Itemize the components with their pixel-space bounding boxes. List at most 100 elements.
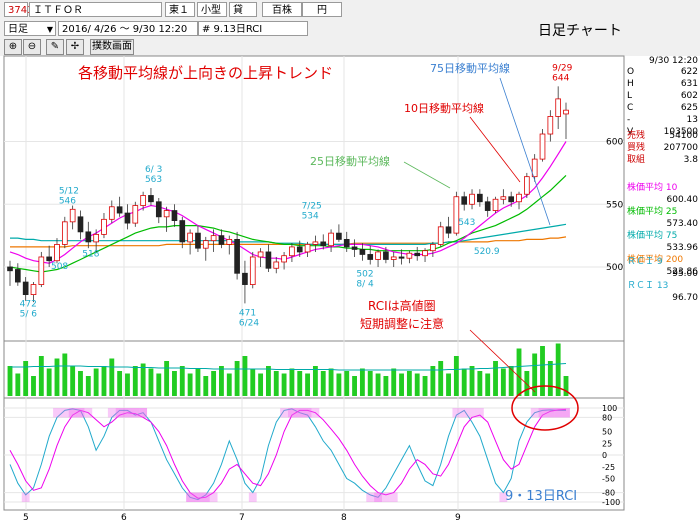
ma75-line	[10, 223, 567, 245]
price-labels: 4725/ 6 5/12546 508 518 6/ 3563 4716/24 7/2553…	[20, 63, 573, 328]
rci-overbought-mark	[131, 408, 140, 418]
chart-title: 日足チャート	[538, 23, 622, 39]
ohlcv-row-value: 602	[680, 91, 698, 101]
volume-bar	[532, 353, 538, 396]
candle-body	[437, 226, 444, 245]
rci-overbought-mark	[131, 408, 140, 418]
volume-bar	[7, 366, 13, 396]
volume-bar	[508, 366, 514, 396]
price-label-date: 7/25	[302, 201, 322, 211]
month-label: 6	[121, 513, 127, 523]
volume-bar	[383, 376, 389, 396]
ma10-line	[9, 141, 567, 264]
candle-body	[22, 281, 29, 295]
candle-body	[336, 232, 342, 240]
candle-body	[500, 196, 507, 200]
unit-field: 百株	[262, 2, 302, 17]
overlays: 各移動平均線が上向きの上昇トレンド 75日移動平均線 10日移動平均線 25日移…	[78, 61, 579, 504]
volume-bar	[422, 376, 428, 396]
volume-bar	[54, 358, 60, 396]
candle	[234, 231, 240, 280]
candle	[46, 245, 52, 267]
candle	[547, 110, 554, 142]
candle	[375, 249, 381, 267]
candle-body	[351, 246, 358, 250]
candle	[539, 129, 546, 162]
rci-warn-2: 短期調整に注意	[360, 316, 444, 331]
candle-body	[69, 208, 76, 223]
candle-body	[218, 235, 225, 245]
volume-bar	[101, 366, 107, 396]
candle-body	[101, 218, 107, 235]
candle	[218, 229, 225, 249]
month-label: 8	[341, 513, 347, 523]
candle-body	[461, 196, 468, 205]
ma-row: 株価平均 25	[627, 206, 698, 218]
candle-body	[328, 232, 334, 247]
candle	[124, 204, 131, 230]
rci-oversold-mark	[194, 492, 202, 502]
candle-body	[390, 256, 397, 260]
candle-body	[93, 233, 99, 243]
stat-row-key: 売残	[627, 131, 646, 141]
price-label-date: 5/12	[59, 186, 79, 196]
candle	[108, 200, 115, 224]
zoom-out-icon[interactable]: ⊖	[23, 39, 41, 55]
volume-bar	[109, 358, 115, 396]
candle	[508, 191, 515, 207]
volume-bar	[461, 368, 467, 396]
candle-body	[61, 221, 68, 245]
multi-screen-button[interactable]: 撲数画面	[90, 39, 134, 55]
candle-body	[77, 216, 84, 233]
price-label: 543	[458, 218, 475, 228]
candle	[85, 221, 92, 249]
candle	[163, 206, 170, 232]
rci-overbought-mark	[115, 408, 124, 418]
ma-row: 株価平均 10	[627, 182, 698, 194]
period-select[interactable]: 日足 ▼	[4, 21, 56, 36]
rci-warn-1: RCIは高値圏	[368, 298, 436, 313]
rci9-line	[9, 408, 566, 501]
stat-row-value: 3.8	[683, 155, 698, 165]
rci-overbought-mark	[60, 408, 69, 418]
candle-body	[281, 255, 287, 263]
candle-body	[226, 238, 233, 245]
candle-body	[54, 244, 60, 262]
ohlcv-row-key: O	[627, 67, 635, 77]
rci-overbought-mark	[139, 408, 148, 418]
rci-value-row: 95.00	[627, 268, 698, 280]
volume-bar	[485, 373, 491, 396]
zoom-in-icon[interactable]: ⊕	[4, 39, 22, 55]
ma10-annotation: 10日移動平均線	[404, 101, 484, 115]
candle-body	[445, 226, 452, 234]
candle-body	[289, 246, 295, 257]
candle	[469, 189, 475, 210]
candle	[202, 236, 209, 261]
volume-bar	[258, 373, 264, 396]
candle	[140, 191, 146, 211]
volume-bar	[62, 353, 68, 396]
volume-bar	[15, 373, 21, 396]
candle	[242, 260, 248, 304]
candle	[30, 282, 37, 303]
last-info: # 9.13日RCI	[198, 21, 308, 36]
rci-overbought-mark	[76, 408, 85, 418]
month-label: 5	[23, 513, 29, 523]
ma-value-row: 600.40	[627, 194, 699, 206]
code-field[interactable]: 3743	[4, 2, 33, 17]
price-tick-label: 600	[606, 138, 623, 148]
volume-bar	[281, 373, 287, 396]
rci-oversold-mark	[21, 492, 30, 502]
volume-bar	[203, 376, 209, 396]
ma200-line	[10, 236, 567, 248]
volume-bar	[312, 366, 318, 396]
crosshair-icon[interactable]: ✢	[66, 39, 84, 55]
candle-body	[484, 201, 491, 211]
grid-lines	[4, 56, 624, 510]
candle	[531, 154, 538, 182]
candle-body	[508, 196, 515, 203]
ohlcv-row-value: 625	[680, 103, 698, 113]
pen-icon[interactable]: ✎	[46, 39, 64, 55]
rci-overbought-mark	[538, 408, 547, 418]
name-field[interactable]: ＩＴＦＯＲ	[29, 2, 162, 17]
